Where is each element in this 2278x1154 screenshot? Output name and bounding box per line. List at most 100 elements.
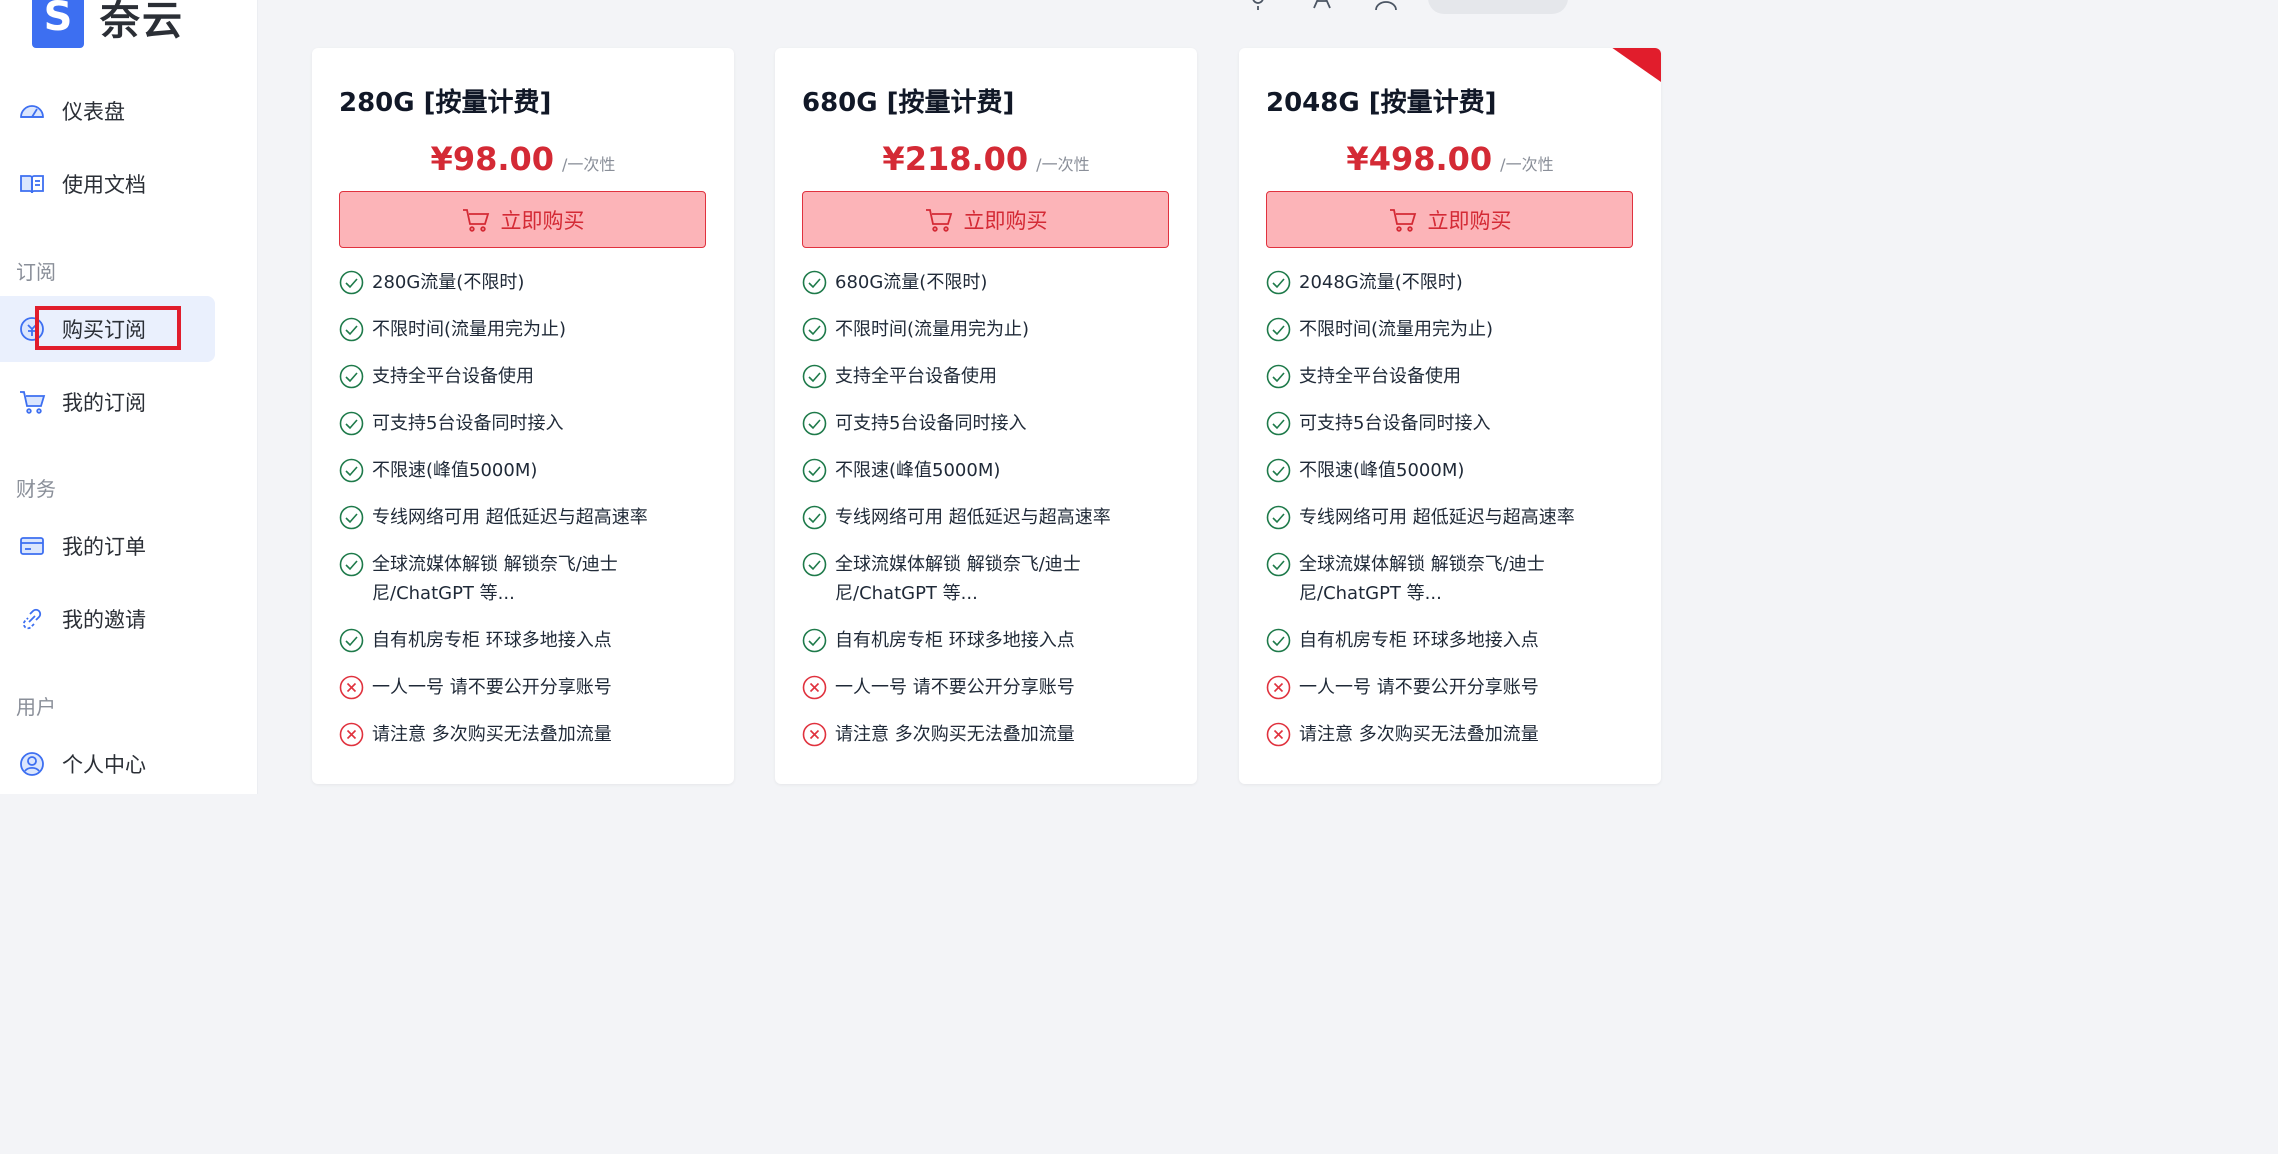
feature-item: 不限速(峰值5000M)	[1266, 456, 1646, 485]
sidebar-item-docs[interactable]: 使用文档	[0, 151, 215, 217]
cross-circle-icon	[1266, 675, 1291, 700]
check-circle-icon	[339, 552, 364, 577]
feature-text: 请注意 多次购买无法叠加流量	[1299, 724, 1539, 745]
feature-item: 支持全平台设备使用	[339, 362, 719, 391]
sidebar-item-label: 使用文档	[62, 173, 146, 197]
buy-now-label: 立即购买	[500, 208, 585, 233]
feature-text: 专线网络可用 超低延迟与超高速率	[372, 507, 648, 528]
feature-text: 请注意 多次购买无法叠加流量	[372, 724, 612, 745]
check-circle-icon	[802, 317, 827, 342]
feature-item: 全球流媒体解锁 解锁奈飞/迪士尼/ChatGPT 等...	[339, 550, 719, 608]
feature-item: 支持全平台设备使用	[802, 362, 1182, 391]
user-icon	[17, 749, 47, 779]
feature-text: 支持全平台设备使用	[372, 366, 534, 387]
plan-period: /一次性	[1036, 155, 1090, 174]
user-menu-icon[interactable]	[1372, 0, 1400, 12]
cart-icon	[1389, 208, 1416, 232]
cart-icon	[17, 387, 47, 417]
feature-item: 请注意 多次购买无法叠加流量	[802, 720, 1182, 749]
check-circle-icon	[339, 270, 364, 295]
sidebar: S 奈云 仪表盘 使用文档 订阅 购买订阅 我的订阅 财务 我的订单 我的邀请 …	[0, 0, 258, 794]
feature-item: 可支持5台设备同时接入	[339, 409, 719, 438]
check-circle-icon	[339, 364, 364, 389]
book-icon	[17, 169, 47, 199]
feature-text: 一人一号 请不要公开分享账号	[1299, 677, 1539, 698]
check-circle-icon	[802, 364, 827, 389]
wallet-icon	[17, 531, 47, 561]
plan-period: /一次性	[562, 155, 616, 174]
feature-text: 自有机房专柜 环球多地接入点	[1299, 630, 1539, 651]
plan-card: 280G [按量计费] ¥98.00 /一次性 立即购买 280G流量(不限时)…	[312, 48, 734, 784]
feature-text: 可支持5台设备同时接入	[1299, 413, 1491, 434]
check-circle-icon	[1266, 364, 1291, 389]
sidebar-item-profile[interactable]: 个人中心	[0, 731, 215, 797]
price-row: ¥218.00 /一次性	[775, 140, 1197, 178]
dashboard-icon	[17, 96, 47, 126]
check-circle-icon	[1266, 317, 1291, 342]
cross-circle-icon	[339, 675, 364, 700]
check-circle-icon	[339, 317, 364, 342]
section-label-finance: 财务	[16, 477, 56, 501]
feature-text: 支持全平台设备使用	[1299, 366, 1461, 387]
feature-text: 一人一号 请不要公开分享账号	[372, 677, 612, 698]
sidebar-item-label: 仪表盘	[62, 100, 125, 124]
feature-item: 自有机房专柜 环球多地接入点	[339, 626, 719, 655]
feature-item: 专线网络可用 超低延迟与超高速率	[339, 503, 719, 532]
sidebar-item-buy-subscription[interactable]: 购买订阅	[0, 296, 215, 362]
feature-item: 可支持5台设备同时接入	[802, 409, 1182, 438]
cross-circle-icon	[339, 722, 364, 747]
feature-item: 不限速(峰值5000M)	[802, 456, 1182, 485]
section-label-user: 用户	[16, 695, 56, 719]
feature-text: 全球流媒体解锁 解锁奈飞/迪士尼/ChatGPT 等...	[372, 554, 618, 604]
cross-circle-icon	[1266, 722, 1291, 747]
section-label-subscribe: 订阅	[16, 260, 56, 284]
feature-text: 全球流媒体解锁 解锁奈飞/迪士尼/ChatGPT 等...	[1299, 554, 1545, 604]
sun-icon[interactable]	[1244, 0, 1272, 12]
link-icon	[17, 604, 47, 634]
feature-text: 不限速(峰值5000M)	[835, 460, 1001, 481]
feature-text: 请注意 多次购买无法叠加流量	[835, 724, 1075, 745]
search-input[interactable]	[1428, 0, 1568, 14]
plan-title: 680G [按量计费]	[802, 88, 1015, 118]
feature-item: 不限时间(流量用完为止)	[1266, 315, 1646, 344]
check-circle-icon	[1266, 458, 1291, 483]
feature-item: 一人一号 请不要公开分享账号	[339, 673, 719, 702]
check-circle-icon	[802, 628, 827, 653]
price-row: ¥98.00 /一次性	[312, 140, 734, 178]
sidebar-item-my-invites[interactable]: 我的邀请	[0, 586, 215, 652]
buy-now-button[interactable]: 立即购买	[339, 191, 706, 248]
feature-text: 可支持5台设备同时接入	[372, 413, 564, 434]
feature-text: 可支持5台设备同时接入	[835, 413, 1027, 434]
cart-icon	[462, 208, 489, 232]
feature-text: 自有机房专柜 环球多地接入点	[835, 630, 1075, 651]
feature-text: 不限速(峰值5000M)	[372, 460, 538, 481]
plan-price: ¥98.00	[430, 140, 555, 178]
plan-title: 2048G [按量计费]	[1266, 88, 1497, 118]
feature-item: 可支持5台设备同时接入	[1266, 409, 1646, 438]
check-circle-icon	[339, 505, 364, 530]
feature-item: 不限速(峰值5000M)	[339, 456, 719, 485]
check-circle-icon	[802, 411, 827, 436]
feature-item: 不限时间(流量用完为止)	[339, 315, 719, 344]
check-circle-icon	[802, 458, 827, 483]
sidebar-item-dashboard[interactable]: 仪表盘	[0, 78, 215, 144]
feature-item: 请注意 多次购买无法叠加流量	[1266, 720, 1646, 749]
check-circle-icon	[1266, 505, 1291, 530]
feature-text: 不限时间(流量用完为止)	[835, 319, 1030, 340]
feature-item: 280G流量(不限时)	[339, 268, 719, 297]
translate-icon[interactable]	[1308, 0, 1336, 12]
feature-text: 专线网络可用 超低延迟与超高速率	[835, 507, 1111, 528]
buy-now-button[interactable]: 立即购买	[802, 191, 1169, 248]
check-circle-icon	[802, 505, 827, 530]
sidebar-item-my-orders[interactable]: 我的订单	[0, 513, 215, 579]
sidebar-item-label: 我的订单	[62, 535, 146, 559]
price-row: ¥498.00 /一次性	[1239, 140, 1661, 178]
logo-icon: S	[32, 0, 84, 48]
feature-text: 不限时间(流量用完为止)	[1299, 319, 1494, 340]
plan-price: ¥218.00	[882, 140, 1029, 178]
buy-now-label: 立即购买	[1427, 208, 1512, 233]
coin-icon	[17, 314, 47, 344]
brand[interactable]: S 奈云	[32, 0, 184, 48]
sidebar-item-my-subscription[interactable]: 我的订阅	[0, 369, 215, 435]
buy-now-button[interactable]: 立即购买	[1266, 191, 1633, 248]
